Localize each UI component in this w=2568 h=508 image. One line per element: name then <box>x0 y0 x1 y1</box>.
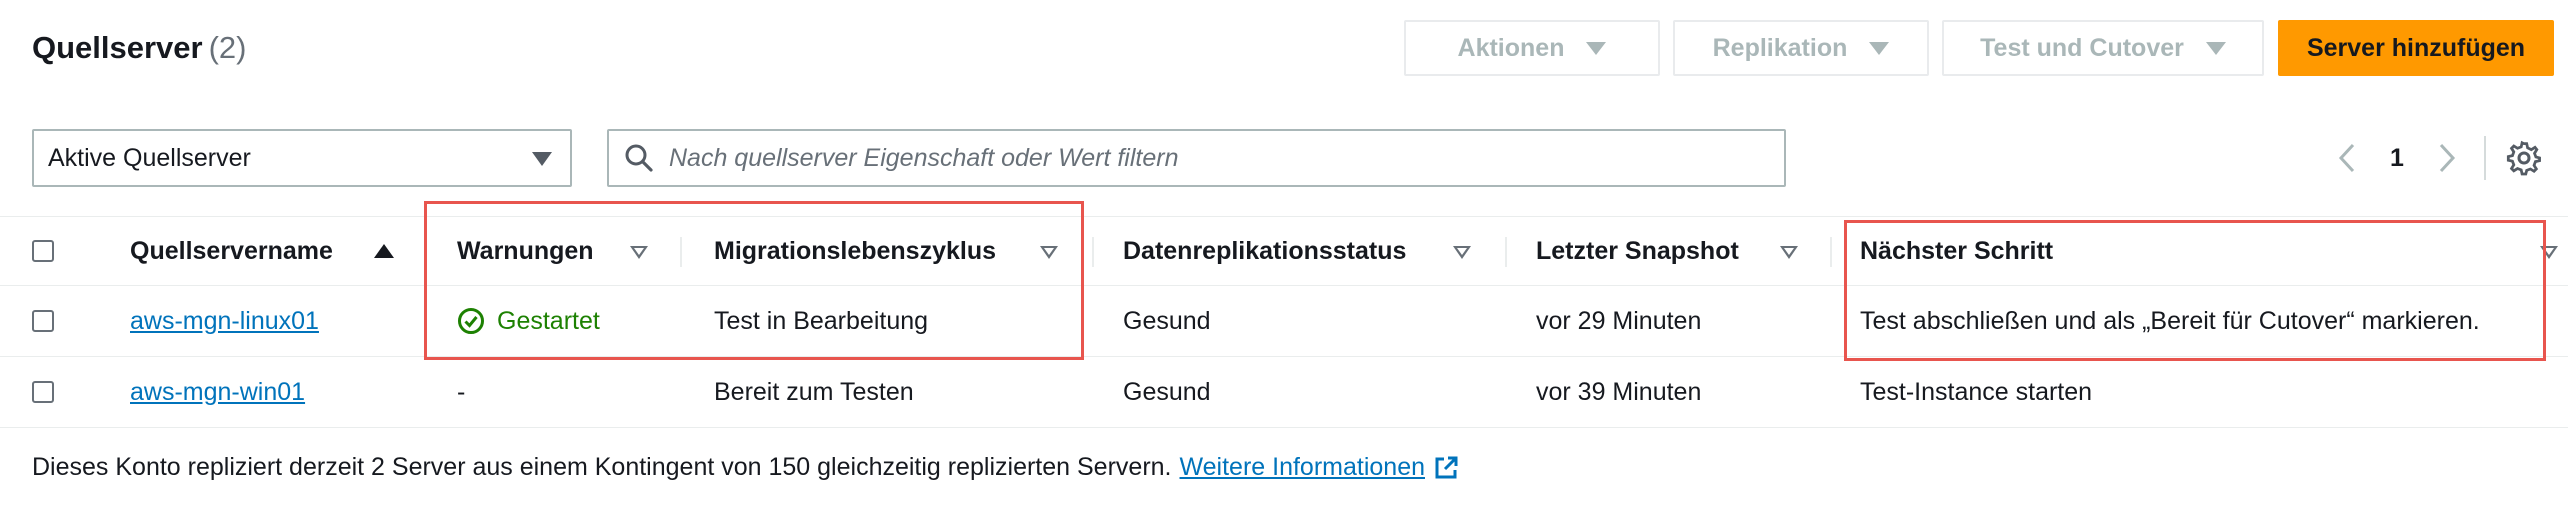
snapshot-cell: vor 29 Minuten <box>1536 306 1702 335</box>
search-input[interactable] <box>667 142 1771 174</box>
next-step-cell: Test abschließen und als „Bereit für Cut… <box>1860 306 2480 335</box>
check-circle-icon <box>458 308 484 334</box>
server-name-cell: aws-mgn-linux01 <box>130 286 319 356</box>
table-row[interactable]: aws-mgn-win01 - Bereit zum Testen Gesund… <box>0 357 2568 428</box>
sort-icon[interactable] <box>1040 246 1058 259</box>
header-label: Warnungen <box>457 236 594 265</box>
server-name-cell: aws-mgn-win01 <box>130 357 305 427</box>
gear-icon[interactable] <box>2506 140 2542 176</box>
chevron-right-icon[interactable] <box>2438 143 2456 173</box>
servers-table: Quellservername Warnungen Migrationslebe… <box>0 216 2568 428</box>
replication-cell: Gesund <box>1123 377 1211 406</box>
server-name-link[interactable]: aws-mgn-linux01 <box>130 307 319 336</box>
search-icon <box>625 144 653 172</box>
row-checkbox[interactable] <box>32 381 54 403</box>
header-next-step[interactable]: Nächster Schritt <box>1860 217 2053 285</box>
column-divider <box>1830 237 1832 267</box>
status-badge: Gestartet <box>457 307 600 336</box>
next-step-cell: Test-Instance starten <box>1860 377 2093 406</box>
warning-cell: - <box>457 377 466 406</box>
server-name-link[interactable]: aws-mgn-win01 <box>130 378 305 407</box>
header-label: Migrationslebenszyklus <box>714 236 997 265</box>
caret-down-icon <box>532 152 552 166</box>
column-divider <box>424 237 426 267</box>
sort-icon[interactable] <box>1780 246 1798 259</box>
snapshot-cell: vor 39 Minuten <box>1536 377 1702 406</box>
caret-down-icon <box>2205 41 2226 55</box>
sort-icon[interactable] <box>2540 246 2558 259</box>
row-checkbox[interactable] <box>32 310 54 332</box>
column-divider <box>1092 237 1094 267</box>
replication-button-label: Replikation <box>1712 33 1848 62</box>
quota-text: Dieses Konto repliziert derzeit 2 Server… <box>32 453 1172 481</box>
row-select-cell <box>32 357 54 427</box>
lifecycle-cell: Bereit zum Testen <box>714 377 914 406</box>
status-text: Gestartet <box>497 306 600 335</box>
header-warnings[interactable]: Warnungen <box>457 217 594 285</box>
server-count: (2) <box>208 30 247 65</box>
table-row[interactable]: aws-mgn-linux01 Gestartet Test in Bearbe… <box>0 286 2568 357</box>
row-select-cell <box>32 286 54 356</box>
page-header: Quellserver (2) Aktionen Replikation Test… <box>32 20 2554 80</box>
chevron-left-icon[interactable] <box>2338 143 2356 173</box>
add-server-button-label: Server hinzufügen <box>2306 33 2526 62</box>
warning-cell: Gestartet <box>457 286 600 356</box>
status-filter-value: Aktive Quellserver <box>48 143 251 172</box>
caret-down-icon <box>1586 41 1607 55</box>
divider <box>2484 136 2486 180</box>
lifecycle-cell: Test in Bearbeitung <box>714 306 929 335</box>
header-server-name[interactable]: Quellservername <box>130 217 333 285</box>
select-all-cell <box>32 217 54 285</box>
header-last-snapshot[interactable]: Letzter Snapshot <box>1536 217 1739 285</box>
replication-cell: Gesund <box>1123 306 1211 335</box>
add-server-button[interactable]: Server hinzufügen <box>2278 20 2554 76</box>
page-title-text: Quellserver <box>32 30 203 65</box>
external-link-icon[interactable] <box>1433 455 1459 481</box>
header-label: Letzter Snapshot <box>1536 236 1739 265</box>
header-label: Quellservername <box>130 236 333 265</box>
pagination: 1 <box>2338 138 2456 178</box>
search-box[interactable] <box>607 129 1786 187</box>
learn-more-link[interactable]: Weitere Informationen <box>1180 453 1426 482</box>
select-all-checkbox[interactable] <box>32 240 54 262</box>
header-replication-status[interactable]: Datenreplikationsstatus <box>1123 217 1406 285</box>
sort-ascending-icon[interactable] <box>374 244 394 258</box>
header-label: Nächster Schritt <box>1860 236 2054 265</box>
quota-info: Dieses Konto repliziert derzeit 2 Server… <box>32 453 1459 482</box>
test-cutover-button[interactable]: Test und Cutover <box>1942 20 2264 76</box>
page-title: Quellserver (2) <box>32 30 247 66</box>
table-header: Quellservername Warnungen Migrationslebe… <box>0 216 2568 286</box>
header-lifecycle[interactable]: Migrationslebenszyklus <box>714 217 996 285</box>
actions-button[interactable]: Aktionen <box>1404 20 1660 76</box>
current-page[interactable]: 1 <box>2390 144 2404 173</box>
actions-button-label: Aktionen <box>1457 33 1565 62</box>
caret-down-icon <box>1869 41 1890 55</box>
status-filter-select[interactable]: Aktive Quellserver <box>32 129 572 187</box>
sort-icon[interactable] <box>1453 246 1471 259</box>
column-divider <box>680 237 682 267</box>
test-cutover-button-label: Test und Cutover <box>1980 33 2184 62</box>
header-label: Datenreplikationsstatus <box>1123 236 1407 265</box>
replication-button[interactable]: Replikation <box>1673 20 1929 76</box>
column-divider <box>1505 237 1507 267</box>
sort-icon[interactable] <box>630 246 648 259</box>
